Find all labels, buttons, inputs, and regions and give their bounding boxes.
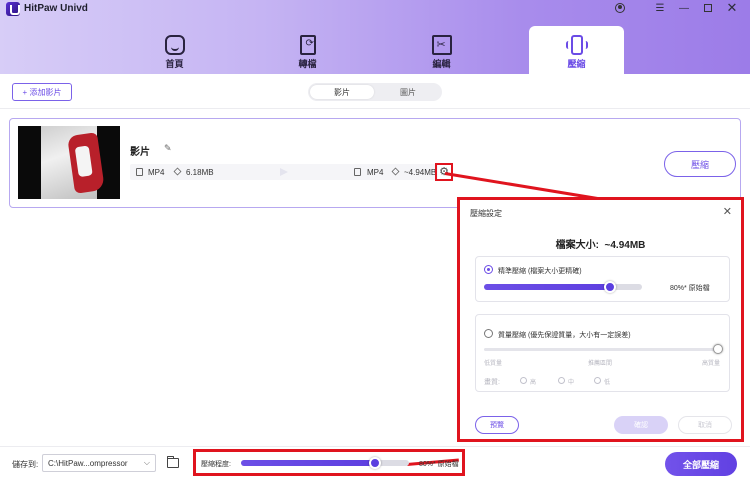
precise-label: 精準壓縮 (檔案大小更精確) xyxy=(498,268,582,275)
arrow-right-icon xyxy=(280,168,288,176)
minimize-icon[interactable]: — xyxy=(676,1,692,15)
slider-fill xyxy=(484,284,611,290)
user-account-icon[interactable] xyxy=(612,1,628,15)
quality-slider[interactable] xyxy=(484,344,723,354)
compress-button[interactable]: 壓縮 xyxy=(664,151,736,177)
rename-pencil-icon[interactable]: ✎ xyxy=(164,143,172,154)
file-size-summary: 檔案大小: ~4.94MB xyxy=(460,236,741,251)
tab-home[interactable]: 首頁 xyxy=(127,28,222,74)
media-type-switch: 影片 圖片 xyxy=(308,83,442,101)
precise-compress-option: 精準壓縮 (檔案大小更精確) 80%* 原始檔 xyxy=(475,256,730,302)
app-logo-icon xyxy=(6,2,20,16)
panel-title: 壓縮設定 xyxy=(470,209,502,218)
quality-radio[interactable] xyxy=(484,329,493,338)
close-window-icon[interactable]: ✕ xyxy=(724,0,740,15)
chevron-down-icon: ⌵ xyxy=(143,458,150,467)
home-icon xyxy=(164,35,185,55)
precise-radio[interactable] xyxy=(484,265,493,274)
tab-home-label: 首頁 xyxy=(165,59,184,69)
compression-level-percent: 80%* 原始檔 xyxy=(419,461,459,468)
output-size-icon xyxy=(391,167,400,176)
tab-convert[interactable]: 轉檔 xyxy=(260,28,355,74)
quality-low-label: 低 xyxy=(604,380,611,386)
preview-button[interactable]: 預覽 xyxy=(475,416,519,434)
quality-mid-radio[interactable] xyxy=(558,377,565,384)
tick-high: 高質量 xyxy=(702,361,721,367)
quality-label: 質量壓縮 (優先保證質量，大小有一定誤差) xyxy=(498,332,631,339)
tick-low: 低質量 xyxy=(484,361,503,367)
output-path-value: C:\HitPaw...ompressor xyxy=(48,459,128,468)
size-label: 檔案大小: xyxy=(555,240,599,251)
size-value: ~4.94MB xyxy=(604,240,646,251)
quality-high-radio[interactable] xyxy=(520,377,527,384)
slider-knob[interactable] xyxy=(604,281,617,293)
quality-slider-knob[interactable] xyxy=(713,344,723,354)
compress-settings-panel: 壓縮設定 ✕ 檔案大小: ~4.94MB 精準壓縮 (檔案大小更精確) 80%*… xyxy=(457,197,744,442)
segment-video[interactable]: 影片 xyxy=(310,85,374,99)
save-to-label: 儲存到: xyxy=(12,460,39,469)
tab-convert-label: 轉檔 xyxy=(298,59,317,69)
video-thumbnail xyxy=(18,126,120,199)
compress-all-button[interactable]: 全部壓縮 xyxy=(665,452,737,476)
precise-percent: 80%* 原始檔 xyxy=(670,285,710,292)
file-name: 影片 xyxy=(130,147,150,158)
menu-icon[interactable]: ☰ xyxy=(652,1,668,15)
edit-icon xyxy=(431,35,452,55)
level-slider-fill xyxy=(241,460,376,466)
output-file-icon xyxy=(354,168,361,176)
compression-level-slider[interactable] xyxy=(241,457,409,469)
quality-low-radio[interactable] xyxy=(594,377,601,384)
segment-image[interactable]: 圖片 xyxy=(376,85,440,99)
app-header: HitPaw Univd ☰ — ✕ 首頁 轉檔 編輯 壓縮 xyxy=(0,0,750,74)
file-icon xyxy=(136,168,143,176)
confirm-button[interactable]: 確認 xyxy=(614,416,668,434)
tab-compress[interactable]: 壓縮 xyxy=(529,26,624,74)
convert-icon xyxy=(299,35,316,55)
output-path-select[interactable]: C:\HitPaw...ompressor ⌵ xyxy=(42,454,156,472)
quality-compress-option: 質量壓縮 (優先保證質量，大小有一定誤差) 低質量 推薦區間 高質量 畫質: 高… xyxy=(475,314,730,392)
file-card: 影片 ✎ MP4 6.18MB MP4 ~4.94MB ⚙ 壓縮 xyxy=(9,118,741,208)
precise-slider[interactable] xyxy=(484,281,642,293)
input-format: MP4 xyxy=(148,168,165,177)
panel-close-icon[interactable]: ✕ xyxy=(723,205,732,218)
footer-divider xyxy=(0,446,750,447)
open-folder-icon[interactable] xyxy=(167,456,179,468)
add-video-button[interactable]: + 添加影片 xyxy=(12,83,72,101)
output-format: MP4 xyxy=(367,168,384,177)
tab-edit[interactable]: 編輯 xyxy=(394,28,489,74)
quality-level-label: 畫質: xyxy=(484,379,500,386)
divider xyxy=(0,108,750,109)
output-size: ~4.94MB xyxy=(404,168,437,177)
quality-high-label: 高 xyxy=(530,380,537,386)
tick-recommended: 推薦區間 xyxy=(588,361,613,367)
sneaker-image xyxy=(67,132,105,194)
cancel-button[interactable]: 取消 xyxy=(678,416,732,434)
size-icon xyxy=(173,167,182,176)
compress-icon xyxy=(565,35,588,55)
input-size: 6.18MB xyxy=(186,168,214,177)
level-slider-knob[interactable] xyxy=(369,457,382,469)
compression-level-label: 壓縮程度: xyxy=(201,461,231,468)
file-info-bar: MP4 6.18MB MP4 ~4.94MB xyxy=(130,164,438,180)
tab-compress-label: 壓縮 xyxy=(567,59,586,69)
quality-mid-label: 中 xyxy=(568,380,575,386)
tab-edit-label: 編輯 xyxy=(432,59,451,69)
app-title: HitPaw Univd xyxy=(24,3,88,14)
compression-level-control: 壓縮程度: 80%* 原始檔 xyxy=(193,449,465,476)
maximize-icon[interactable] xyxy=(700,1,716,15)
